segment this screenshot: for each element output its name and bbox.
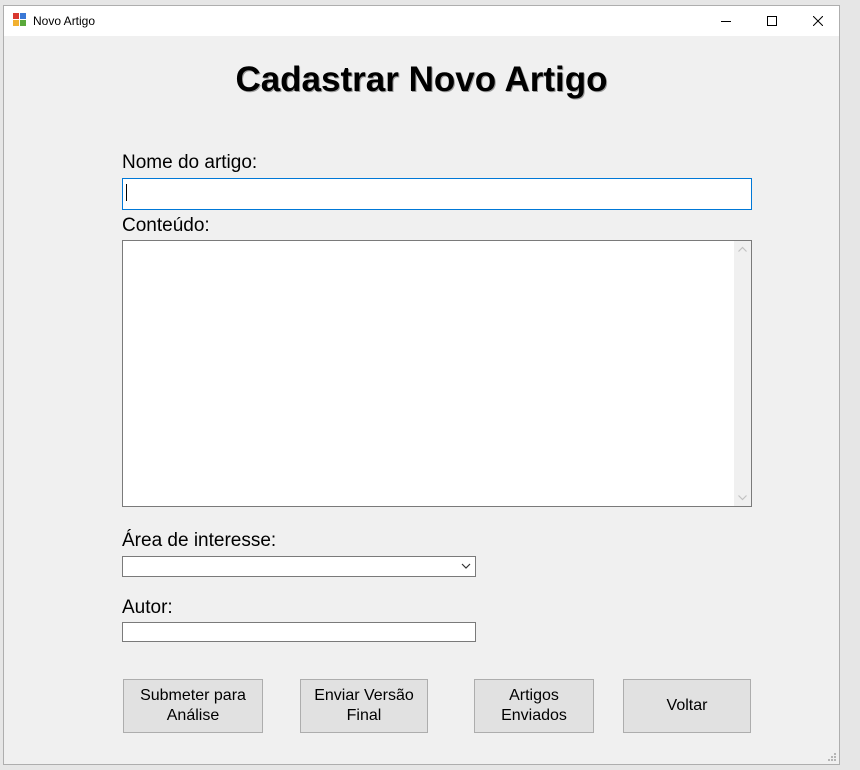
close-button[interactable] — [795, 6, 841, 36]
interest-area-label: Área de interesse: — [122, 530, 277, 551]
scroll-up-icon[interactable] — [734, 241, 751, 258]
app-icon — [13, 13, 27, 27]
sent-articles-button[interactable]: Artigos Enviados — [474, 679, 594, 733]
content-scrollbar[interactable] — [734, 241, 751, 506]
author-label: Autor: — [122, 597, 173, 618]
text-caret — [126, 184, 127, 201]
send-final-version-button[interactable]: Enviar Versão Final — [300, 679, 428, 733]
scroll-down-icon[interactable] — [734, 489, 751, 506]
close-icon — [813, 16, 823, 26]
interest-area-select[interactable] — [122, 556, 476, 577]
submit-for-review-button[interactable]: Submeter para Análise — [123, 679, 263, 733]
send-final-version-label: Enviar Versão Final — [314, 687, 414, 724]
chevron-down-icon — [461, 563, 471, 569]
maximize-icon — [767, 16, 777, 26]
article-name-input[interactable] — [122, 178, 752, 210]
back-label: Voltar — [666, 697, 708, 714]
content-textarea[interactable] — [122, 240, 752, 507]
sent-articles-label: Artigos Enviados — [501, 687, 567, 724]
content-label: Conteúdo: — [122, 215, 210, 236]
author-input[interactable] — [122, 622, 476, 642]
title-bar[interactable]: Novo Artigo — [4, 6, 839, 36]
article-name-label: Nome do artigo: — [122, 152, 258, 173]
submit-for-review-label: Submeter para Análise — [140, 687, 246, 724]
resize-grip-icon[interactable] — [827, 752, 837, 762]
page-title: Cadastrar Novo Artigo — [235, 60, 608, 99]
minimize-button[interactable] — [703, 6, 749, 36]
minimize-icon — [721, 21, 731, 22]
back-button[interactable]: Voltar — [623, 679, 751, 733]
maximize-button[interactable] — [749, 6, 795, 36]
app-window: Novo Artigo Cadastrar Novo Artigo Nome d… — [3, 5, 840, 765]
window-title: Novo Artigo — [33, 14, 96, 28]
